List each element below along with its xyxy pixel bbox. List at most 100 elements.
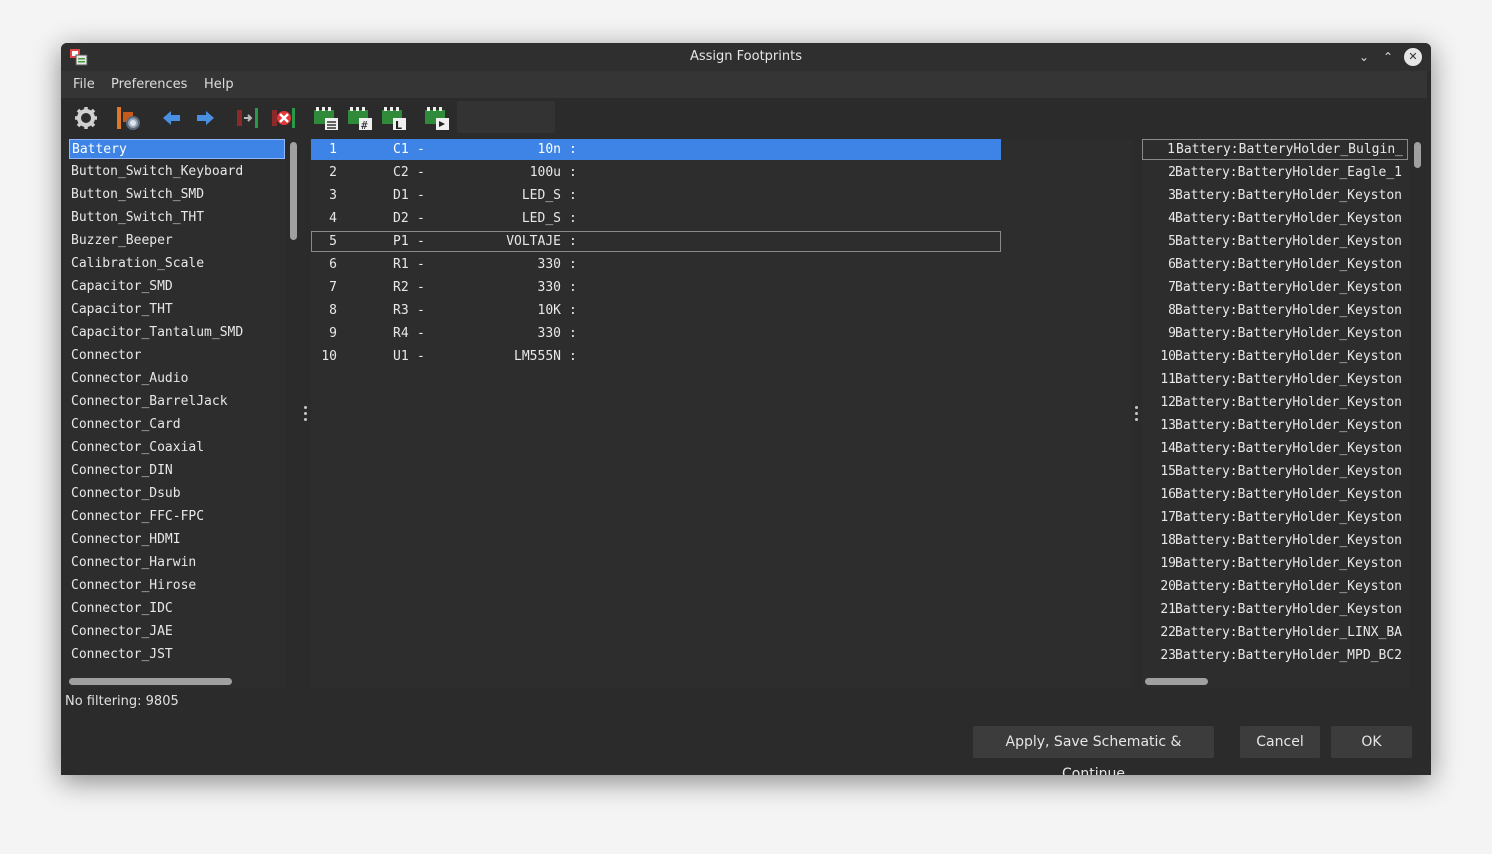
component-value: 330 xyxy=(537,326,561,341)
library-hscroll-thumb[interactable] xyxy=(69,678,232,685)
component-row[interactable]: 1 C1- 10n: xyxy=(311,139,1001,160)
library-item[interactable]: Capacitor_Tantalum_SMD xyxy=(71,323,243,343)
library-item[interactable]: Connector_DIN xyxy=(71,461,173,481)
library-item[interactable]: Connector_Card xyxy=(71,415,181,435)
component-number: 4 xyxy=(329,211,337,226)
footprint-row[interactable]: 13 Battery:BatteryHolder_Keyston xyxy=(1142,415,1408,436)
footprint-row[interactable]: 22 Battery:BatteryHolder_LINX_BA xyxy=(1142,622,1408,643)
auto-associate-icon[interactable] xyxy=(235,104,263,132)
library-item[interactable]: Button_Switch_SMD xyxy=(71,185,204,205)
component-list[interactable]: 1 C1-10n:2 C2-100u:3 D1- LED_S:4 D2- LED_S:5 P1… xyxy=(311,139,1132,689)
footprint-row[interactable]: 11 Battery:BatteryHolder_Keyston xyxy=(1142,369,1408,390)
menu-preferences[interactable]: Preferences xyxy=(111,77,187,92)
footprint-row[interactable]: 8 Battery:BatteryHolder_Keyston xyxy=(1142,300,1408,321)
footprint-list[interactable]: 1 Battery:BatteryHolder_Bulgin_ 2 Battery:B… xyxy=(1142,139,1410,673)
view-footprint-icon[interactable] xyxy=(114,104,142,132)
footprint-row[interactable]: 23 Battery:BatteryHolder_MPD_BC2 xyxy=(1142,645,1408,666)
footprint-row[interactable]: 17 Battery:BatteryHolder_Keyston xyxy=(1142,507,1408,528)
footprint-row[interactable]: 1 Battery:BatteryHolder_Bulgin_ xyxy=(1142,139,1408,160)
library-item[interactable]: Calibration_Scale xyxy=(71,254,204,274)
footprint-row[interactable]: 9 Battery:BatteryHolder_Keyston xyxy=(1142,323,1408,344)
footprint-row[interactable]: 18 Battery:BatteryHolder_Keyston xyxy=(1142,530,1408,551)
footprint-vscroll-thumb[interactable] xyxy=(1414,142,1421,168)
footprint-row[interactable]: 16 Battery:BatteryHolder_Keyston xyxy=(1142,484,1408,505)
footprint-hscroll-track[interactable] xyxy=(1142,673,1410,689)
library-item[interactable]: Connector_Harwin xyxy=(71,553,196,573)
filter-by-text-icon[interactable] xyxy=(423,104,451,132)
library-item[interactable]: Capacitor_SMD xyxy=(71,277,173,297)
component-row[interactable]: 10 U1- LM555N: xyxy=(311,346,1001,367)
library-item[interactable]: Connector_Hirose xyxy=(71,576,196,596)
component-number: 5 xyxy=(329,234,337,249)
ok-button[interactable]: OK xyxy=(1331,726,1412,758)
component-number: 2 xyxy=(329,165,337,180)
component-row[interactable]: 2 C2- 100u: xyxy=(311,162,1001,183)
component-row[interactable]: 9 R4- 330: xyxy=(311,323,1001,344)
menu-file[interactable]: File xyxy=(73,77,95,92)
footprint-row[interactable]: 12 Battery:BatteryHolder_Keyston xyxy=(1142,392,1408,413)
footprint-row[interactable]: 5 Battery:BatteryHolder_Keyston xyxy=(1142,231,1408,252)
library-item[interactable]: Connector_Dsub xyxy=(71,484,181,504)
previous-arrow-icon[interactable] xyxy=(158,104,186,132)
library-item[interactable]: Capacitor_THT xyxy=(71,300,173,320)
footprint-vscroll-track[interactable] xyxy=(1410,139,1424,673)
filter-by-keywords-icon[interactable] xyxy=(312,104,340,132)
component-separator: - xyxy=(417,188,425,203)
settings-gear-icon[interactable] xyxy=(72,104,100,132)
component-row[interactable]: 8 R3- 10K: xyxy=(311,300,1001,321)
library-item[interactable]: Button_Switch_Keyboard xyxy=(71,162,243,182)
library-item[interactable]: Connector xyxy=(71,346,141,366)
library-item[interactable]: Connector_JAE xyxy=(71,622,173,642)
footprint-row[interactable]: 19 Battery:BatteryHolder_Keyston xyxy=(1142,553,1408,574)
footprint-row[interactable]: 7 Battery:BatteryHolder_Keyston xyxy=(1142,277,1408,298)
footprint-number: 22 xyxy=(1160,625,1176,640)
footprint-row[interactable]: 15 Battery:BatteryHolder_Keyston xyxy=(1142,461,1408,482)
library-item[interactable]: Connector_HDMI xyxy=(71,530,181,550)
component-colon: : xyxy=(569,188,577,203)
delete-associations-icon[interactable] xyxy=(270,104,298,132)
footprint-row[interactable]: 2 Battery:BatteryHolder_Eagle_1 xyxy=(1142,162,1408,183)
library-vscroll-thumb[interactable] xyxy=(290,142,297,240)
library-list[interactable]: Battery Button_Switch_Keyboard Button_Swit… xyxy=(64,139,285,673)
filter-text-input[interactable] xyxy=(457,101,555,133)
library-item[interactable]: Battery xyxy=(69,139,285,159)
library-item[interactable]: Buzzer_Beeper xyxy=(71,231,173,251)
component-reference: R4 xyxy=(393,326,409,341)
library-item[interactable]: Connector_Coaxial xyxy=(71,438,204,458)
close-icon[interactable]: ✕ xyxy=(1404,48,1422,66)
component-row[interactable]: 4 D2- LED_S: xyxy=(311,208,1001,229)
filter-by-pin-count-icon[interactable]: # xyxy=(346,104,374,132)
library-vscroll-track[interactable] xyxy=(285,139,299,673)
next-arrow-icon[interactable] xyxy=(191,104,219,132)
footprint-row[interactable]: 14 Battery:BatteryHolder_Keyston xyxy=(1142,438,1408,459)
splitter-right-handle[interactable] xyxy=(1135,406,1138,422)
filter-by-library-icon[interactable]: L xyxy=(380,104,408,132)
minimize-icon[interactable]: ⌄ xyxy=(1355,48,1373,66)
footprint-number: 17 xyxy=(1160,510,1176,525)
component-row[interactable]: 5 P1- VOLTAJE: xyxy=(311,231,1001,252)
library-item[interactable]: Button_Switch_THT xyxy=(71,208,204,228)
footprint-row[interactable]: 20 Battery:BatteryHolder_Keyston xyxy=(1142,576,1408,597)
footprint-row[interactable]: 6 Battery:BatteryHolder_Keyston xyxy=(1142,254,1408,275)
cancel-button[interactable]: Cancel xyxy=(1240,726,1320,758)
footprint-row[interactable]: 10 Battery:BatteryHolder_Keyston xyxy=(1142,346,1408,367)
component-row[interactable]: 6 R1- 330: xyxy=(311,254,1001,275)
footprint-row[interactable]: 4 Battery:BatteryHolder_Keyston xyxy=(1142,208,1408,229)
library-item[interactable]: Connector_Audio xyxy=(71,369,188,389)
menu-help[interactable]: Help xyxy=(204,77,234,92)
splitter-left-handle[interactable] xyxy=(304,406,307,422)
footprint-hscroll-thumb[interactable] xyxy=(1145,678,1208,685)
footprint-row[interactable]: 21 Battery:BatteryHolder_Keyston xyxy=(1142,599,1408,620)
apply-save-continue-button[interactable]: Apply, Save Schematic & Continue xyxy=(973,726,1214,775)
library-hscroll-track[interactable] xyxy=(64,673,285,689)
component-colon: : xyxy=(569,211,577,226)
library-item[interactable]: Connector_FFC-FPC xyxy=(71,507,204,527)
footprint-row[interactable]: 3 Battery:BatteryHolder_Keyston xyxy=(1142,185,1408,206)
component-colon: : xyxy=(569,280,577,295)
library-item[interactable]: Connector_BarrelJack xyxy=(71,392,228,412)
component-row[interactable]: 7 R2- 330: xyxy=(311,277,1001,298)
library-item[interactable]: Connector_IDC xyxy=(71,599,173,619)
component-row[interactable]: 3 D1- LED_S: xyxy=(311,185,1001,206)
library-item[interactable]: Connector_JST xyxy=(71,645,173,665)
maximize-icon[interactable]: ⌃ xyxy=(1379,48,1397,66)
